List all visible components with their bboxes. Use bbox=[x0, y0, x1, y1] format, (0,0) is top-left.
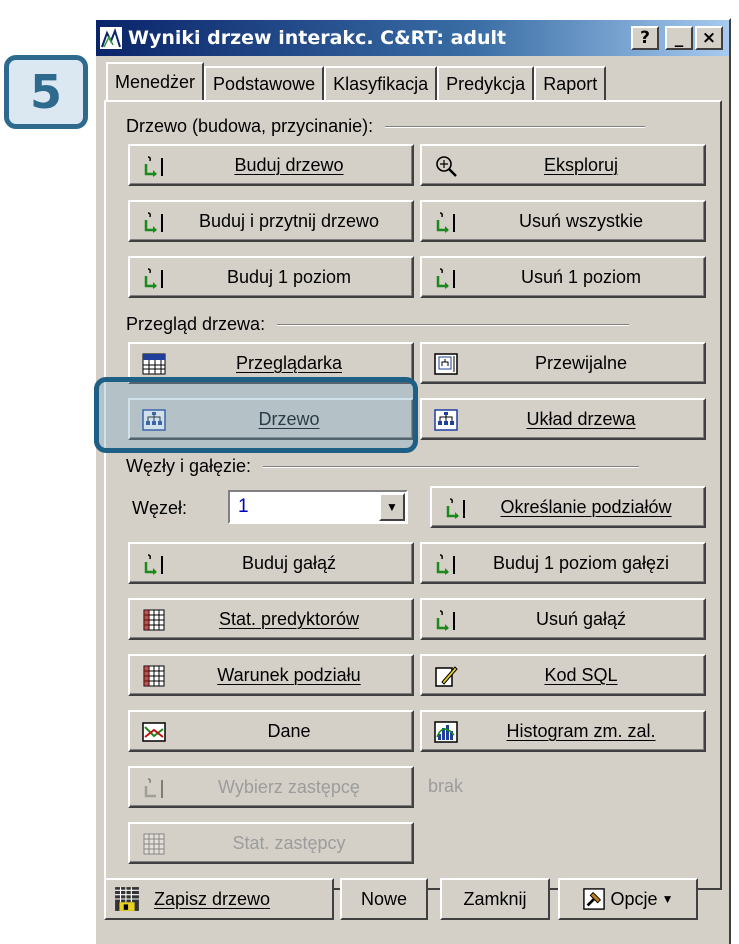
new-button[interactable]: Nowe bbox=[340, 878, 428, 920]
build-icon bbox=[144, 156, 163, 177]
scrollable-label: Przewijalne bbox=[534, 352, 628, 373]
choose-surrogate-label: Wybierz zastępcę bbox=[218, 776, 360, 797]
tab-manager[interactable]: Menedżer bbox=[106, 62, 205, 100]
node-label: Węzeł: bbox=[132, 498, 188, 518]
close-label: Zamknij bbox=[463, 888, 527, 909]
sql-code-button[interactable]: Kod SQL bbox=[420, 654, 706, 696]
spreadsheet-icon bbox=[143, 609, 165, 631]
surrogate-value: brak bbox=[428, 776, 464, 796]
remove-branch-button[interactable]: Usuń gałąź bbox=[420, 598, 706, 640]
group-tree: Drzewo (budowa, przycinanie): bbox=[126, 116, 646, 137]
options-button[interactable]: Opcje ▼ bbox=[558, 878, 698, 920]
save-tree-label: Zapisz drzewo bbox=[154, 888, 271, 909]
group-review-label: Przegląd drzewa: bbox=[126, 314, 266, 334]
spreadsheet-icon bbox=[143, 833, 165, 855]
remove-all-button[interactable]: Usuń wszystkie bbox=[420, 200, 706, 242]
build-icon bbox=[436, 268, 455, 289]
build-1-level-branch-button[interactable]: Buduj 1 poziom gałęzi bbox=[420, 542, 706, 584]
build-icon bbox=[436, 610, 455, 631]
build-tree-label: Buduj drzewo bbox=[234, 154, 344, 175]
remove-1-level-label: Usuń 1 poziom bbox=[520, 266, 642, 287]
chevron-down-icon[interactable]: ▼ bbox=[379, 493, 405, 521]
build-branch-button[interactable]: Buduj gałąź bbox=[128, 542, 414, 584]
dropdown-arrow-icon: ▼ bbox=[661, 892, 674, 906]
choose-surrogate-button: Wybierz zastępcę bbox=[128, 766, 414, 808]
app-icon bbox=[100, 27, 122, 49]
build-1-level-button[interactable]: Buduj 1 poziom bbox=[128, 256, 414, 298]
build-1-level-branch-label: Buduj 1 poziom gałęzi bbox=[492, 552, 670, 573]
close-button[interactable]: × bbox=[695, 26, 723, 50]
surrogate-stats-button: Stat. zastępcy bbox=[128, 822, 414, 864]
data-label: Dane bbox=[267, 720, 311, 741]
tab-basic[interactable]: Podstawowe bbox=[204, 66, 325, 100]
group-nodes-label: Węzły i gałęzie: bbox=[126, 456, 252, 476]
tree-layout-label: Układ drzewa bbox=[526, 408, 636, 429]
build-icon bbox=[144, 268, 163, 289]
data-button[interactable]: Dane bbox=[128, 710, 414, 752]
explore-button[interactable]: Eksploruj bbox=[420, 144, 706, 186]
build-icon bbox=[144, 554, 163, 575]
spreadsheet-icon bbox=[143, 665, 165, 687]
pencil-icon bbox=[435, 666, 458, 687]
title-bar[interactable]: Wyniki drzew interakc. C&RT: adult ? _ × bbox=[96, 20, 729, 56]
node-select-value: 1 bbox=[238, 496, 249, 517]
line-chart-icon bbox=[142, 722, 166, 742]
split-condition-label: Warunek podziału bbox=[217, 664, 361, 685]
build-prune-label: Buduj i przytnij drzewo bbox=[198, 210, 380, 231]
window-title: Wyniki drzew interakc. C&RT: adult bbox=[128, 27, 507, 49]
results-window: Wyniki drzew interakc. C&RT: adult ? _ ×… bbox=[94, 18, 731, 944]
split-definition-button[interactable]: Określanie podziałów bbox=[430, 486, 706, 528]
build-icon bbox=[446, 498, 465, 519]
build-prune-button[interactable]: Buduj i przytnij drzewo bbox=[128, 200, 414, 242]
close-window-button[interactable]: Zamknij bbox=[440, 878, 550, 920]
histogram-icon bbox=[434, 721, 458, 743]
predictor-stats-label: Stat. predyktorów bbox=[218, 608, 360, 629]
remove-branch-label: Usuń gałąź bbox=[535, 608, 627, 629]
tree-layout-button[interactable]: Układ drzewa bbox=[420, 398, 706, 440]
build-icon bbox=[144, 212, 163, 233]
step-number-badge: 5 bbox=[4, 55, 88, 129]
tab-report[interactable]: Raport bbox=[534, 66, 607, 100]
node-select[interactable]: 1 ▼ bbox=[228, 490, 408, 524]
build-1-level-label: Buduj 1 poziom bbox=[226, 266, 352, 287]
tab-prediction[interactable]: Predykcja bbox=[437, 66, 535, 100]
summary-grid-icon bbox=[142, 353, 166, 375]
histogram-button[interactable]: Histogram zm. zal. bbox=[420, 710, 706, 752]
help-button[interactable]: ? bbox=[631, 26, 659, 50]
sql-code-label: Kod SQL bbox=[544, 664, 618, 685]
explore-label: Eksploruj bbox=[543, 154, 619, 175]
tab-bar: Menedżer Podstawowe Klasyfikacja Predykc… bbox=[106, 62, 607, 100]
remove-all-label: Usuń wszystkie bbox=[518, 210, 644, 231]
highlight-box bbox=[94, 377, 418, 453]
predictor-stats-button[interactable]: Stat. predyktorów bbox=[128, 598, 414, 640]
save-disk-icon bbox=[115, 887, 139, 911]
minimize-button[interactable]: _ bbox=[665, 26, 693, 50]
build-icon bbox=[436, 554, 455, 575]
options-tool-icon bbox=[582, 888, 605, 910]
split-definition-label: Określanie podziałów bbox=[500, 496, 672, 517]
group-review: Przegląd drzewa: bbox=[126, 314, 630, 335]
save-tree-button[interactable]: Zapisz drzewo bbox=[104, 878, 334, 920]
new-label: Nowe bbox=[360, 888, 408, 909]
surrogate-stats-label: Stat. zastępcy bbox=[232, 832, 346, 853]
split-condition-button[interactable]: Warunek podziału bbox=[128, 654, 414, 696]
scrollable-tree-icon bbox=[434, 353, 458, 375]
group-nodes: Węzły i gałęzie: bbox=[126, 456, 640, 477]
scrollable-button[interactable]: Przewijalne bbox=[420, 342, 706, 384]
tree-diagram-icon bbox=[434, 409, 458, 431]
group-tree-label: Drzewo (budowa, przycinanie): bbox=[126, 116, 374, 136]
magnifier-icon bbox=[436, 156, 457, 177]
options-label: Opcje bbox=[610, 888, 658, 909]
build-icon bbox=[144, 778, 163, 798]
tab-classification[interactable]: Klasyfikacja bbox=[324, 66, 438, 100]
remove-1-level-button[interactable]: Usuń 1 poziom bbox=[420, 256, 706, 298]
histogram-label: Histogram zm. zal. bbox=[506, 720, 656, 741]
build-branch-label: Buduj gałąź bbox=[241, 552, 337, 573]
build-icon bbox=[436, 212, 455, 233]
build-tree-button[interactable]: Buduj drzewo bbox=[128, 144, 414, 186]
